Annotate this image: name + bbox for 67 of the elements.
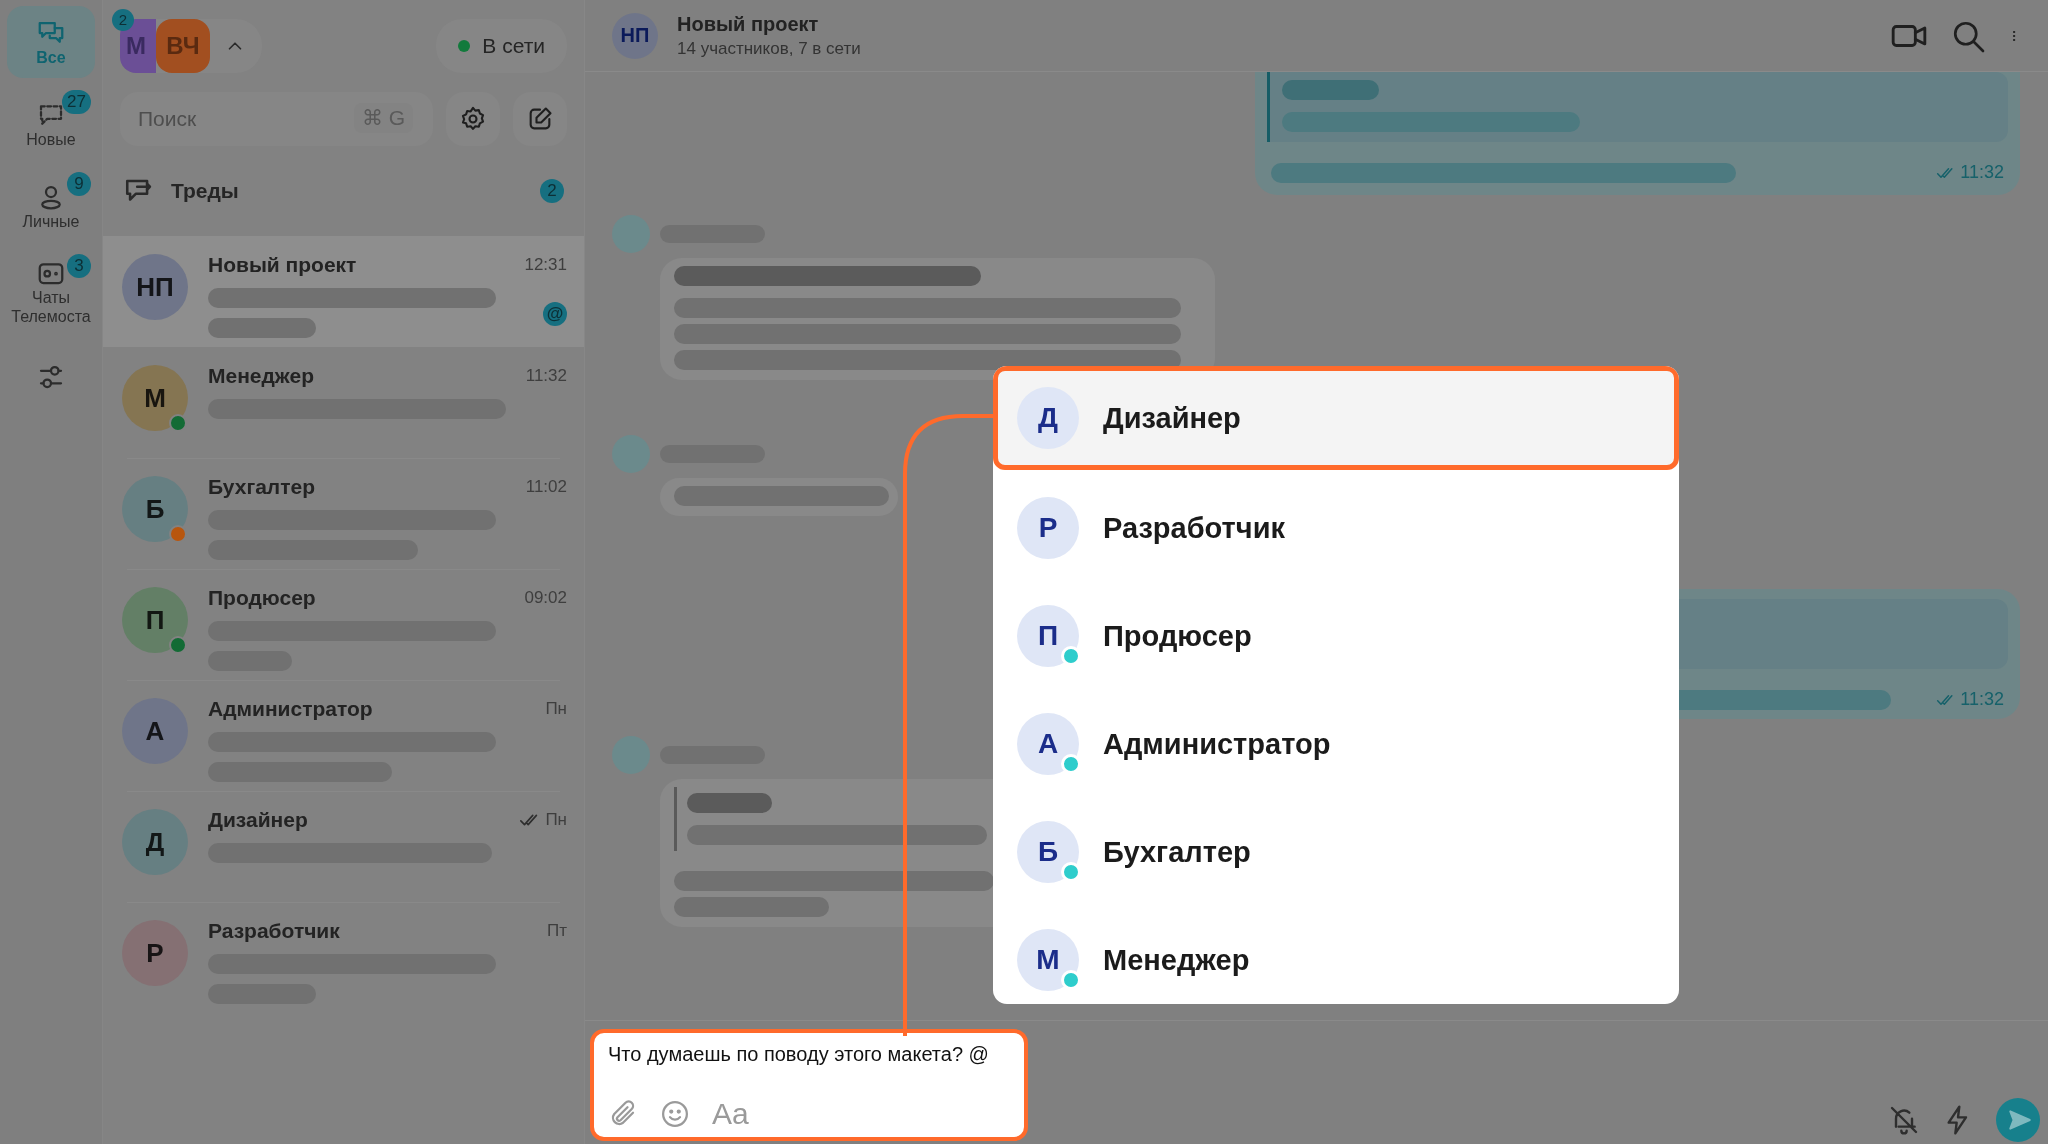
chat-name: Администратор xyxy=(208,697,374,721)
timestamp: Пн xyxy=(545,810,567,830)
chat-name: Новый проект xyxy=(208,253,358,277)
status-dot-icon xyxy=(458,40,471,52)
chat-name: Дизайнер xyxy=(208,808,309,832)
timestamp: 09:02 xyxy=(524,588,567,608)
send-icon xyxy=(2006,1107,2033,1133)
timestamp: 11:32 xyxy=(1960,162,2004,183)
avatar: Б xyxy=(122,476,188,542)
mention-option[interactable]: М Менеджер xyxy=(993,906,1679,1004)
text-format-button[interactable]: Aa xyxy=(712,1097,749,1131)
settings-icon xyxy=(459,105,487,133)
count-badge: 27 xyxy=(62,90,91,114)
mention-badge: @ xyxy=(543,302,567,326)
count-badge: 9 xyxy=(67,172,91,196)
chat-name: Бухгалтер xyxy=(208,475,316,499)
chat-title: Новый проект xyxy=(677,12,820,36)
threads-item[interactable]: Треды 2 xyxy=(103,146,584,236)
avatar: П xyxy=(1017,605,1079,667)
nav-item[interactable]: Личные 9 xyxy=(7,170,95,242)
avatar: НП xyxy=(122,254,188,320)
mention-option[interactable]: П Продюсер xyxy=(993,582,1679,690)
status-button[interactable]: В сети xyxy=(436,19,567,73)
send-button[interactable] xyxy=(1996,1098,2040,1142)
chat-item[interactable]: А Администратор Пн xyxy=(103,680,584,791)
count-badge: 2 xyxy=(112,9,134,31)
avatar: Р xyxy=(1017,497,1079,559)
avatar: Д xyxy=(1017,387,1079,449)
mention-option[interactable]: Р Разработчик xyxy=(993,474,1679,582)
bell-off-icon[interactable] xyxy=(1888,1104,1920,1136)
chat-name: Разработчик xyxy=(208,919,341,943)
settings-button[interactable] xyxy=(446,92,500,146)
chat-subtitle: 14 участников, 7 в сети xyxy=(677,38,862,59)
chat-item[interactable]: Р Разработчик Пт xyxy=(103,902,584,1013)
avatar: А xyxy=(122,698,188,764)
mention-option[interactable]: Д Дизайнер xyxy=(993,366,1679,470)
timestamp: 11:32 xyxy=(525,366,567,386)
message-input[interactable]: Что думаешь по поводу этого макета? @ xyxy=(608,1043,1012,1066)
avatar: Б xyxy=(1017,821,1079,883)
avatar: П xyxy=(122,587,188,653)
nav-item[interactable]: Чаты Телемоста 3 xyxy=(7,252,95,332)
mention-option[interactable]: А Администратор xyxy=(993,690,1679,798)
mention-option[interactable]: Б Бухгалтер xyxy=(993,798,1679,906)
timestamp: 11:32 xyxy=(1960,689,2004,710)
avatar: М xyxy=(122,365,188,431)
account-avatar[interactable]: ВЧ xyxy=(156,19,210,73)
chat-item[interactable]: НП Новый проект 12:31 @ xyxy=(103,236,584,347)
nav-item[interactable]: Новые 27 xyxy=(7,88,95,160)
avatar: А xyxy=(1017,713,1079,775)
timestamp: Пт xyxy=(547,921,567,941)
chat-name: Продюсер xyxy=(208,586,317,610)
timestamp: 11:02 xyxy=(525,477,567,497)
timestamp: Пн xyxy=(545,699,567,719)
avatar: Д xyxy=(122,809,188,875)
count-badge: 3 xyxy=(67,254,91,278)
chat-item[interactable]: М Менеджер 11:32 xyxy=(103,347,584,458)
chat-name: Менеджер xyxy=(208,364,315,388)
chat-item[interactable]: П Продюсер 09:02 xyxy=(103,569,584,680)
avatar: Р xyxy=(122,920,188,986)
timestamp: 12:31 xyxy=(524,255,567,275)
count-badge: 2 xyxy=(540,179,564,203)
avatar: М xyxy=(1017,929,1079,991)
smiley-icon[interactable] xyxy=(660,1099,690,1129)
chat-item[interactable]: Б Бухгалтер 11:02 xyxy=(103,458,584,569)
chat-avatar: НП xyxy=(612,12,658,59)
compose-button[interactable] xyxy=(513,92,567,146)
chat-item[interactable]: Д Дизайнер Пн xyxy=(103,791,584,902)
